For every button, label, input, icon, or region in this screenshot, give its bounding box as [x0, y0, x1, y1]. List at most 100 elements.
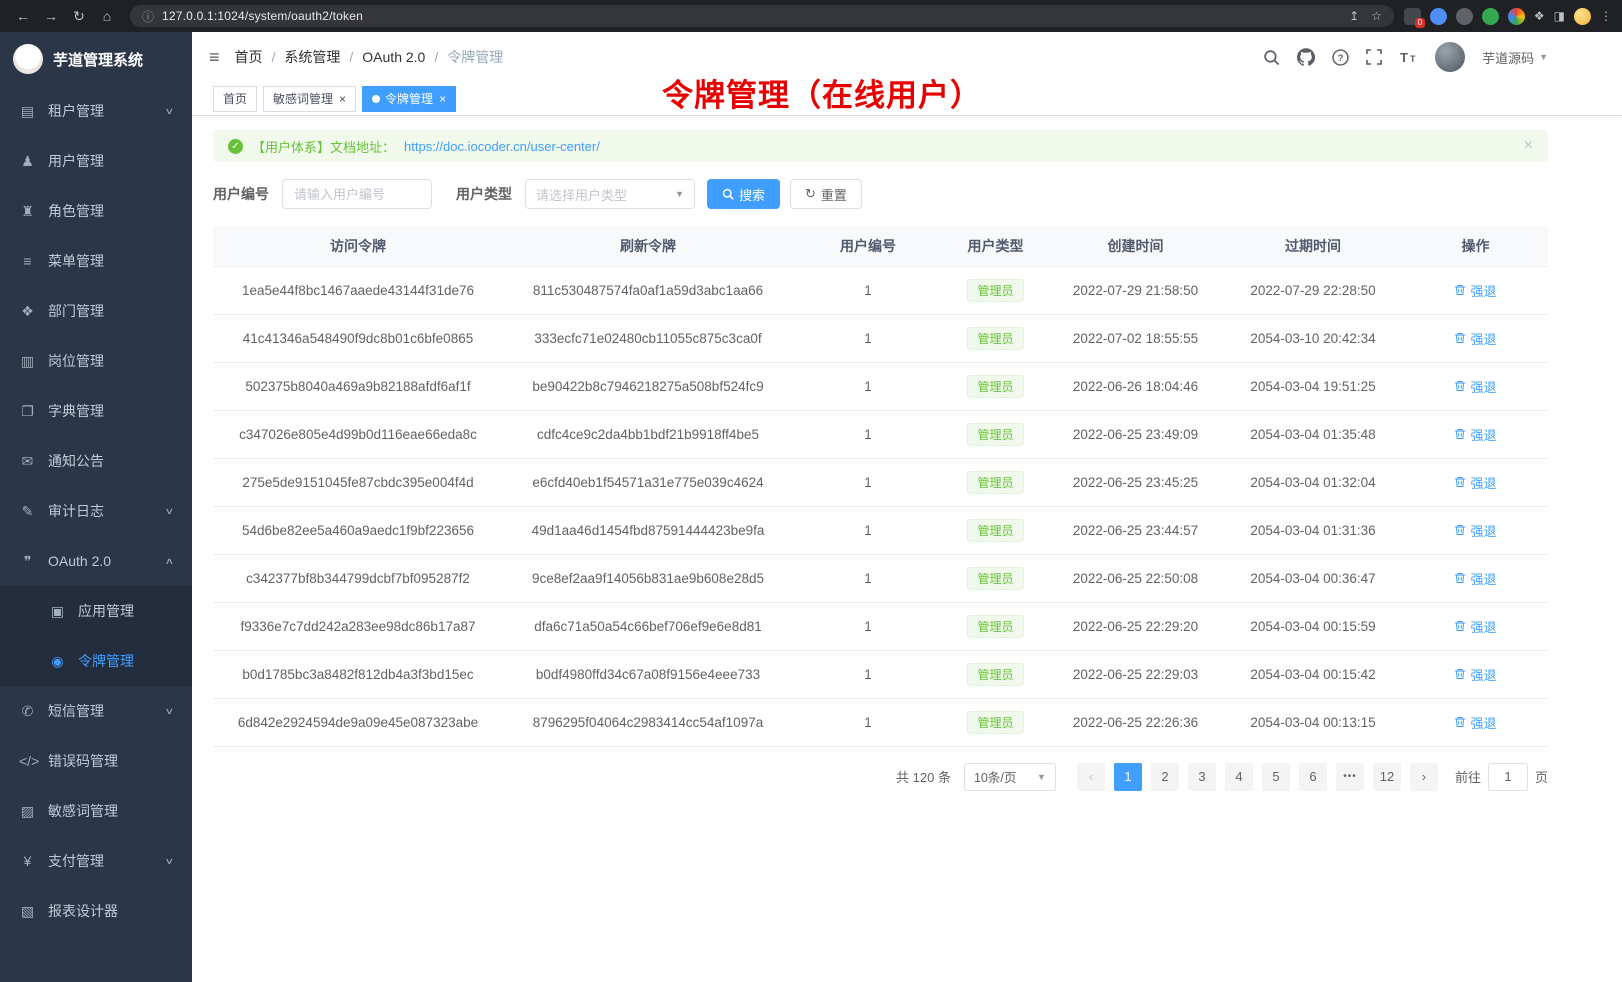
fullscreen-icon[interactable]	[1366, 49, 1382, 65]
github-icon[interactable]	[1297, 48, 1315, 66]
force-logout-link[interactable]: 强退	[1454, 617, 1496, 636]
sms-icon: ✆	[19, 703, 36, 720]
doc-link[interactable]: https://doc.iocoder.cn/user-center/	[404, 139, 600, 154]
column-header: 刷新令牌	[503, 226, 793, 266]
pager-page-5[interactable]: 5	[1262, 763, 1290, 791]
site-info-icon[interactable]: ⓘ	[142, 8, 154, 25]
extension-badge-icon[interactable]: 0	[1404, 8, 1421, 25]
trash-icon	[1454, 620, 1466, 632]
back-icon[interactable]: ←	[10, 4, 36, 28]
sidebar-item-tenant[interactable]: ▤租户管理∨	[0, 86, 192, 136]
user-type-tag: 管理员	[967, 471, 1023, 494]
breadcrumb-item[interactable]: 首页	[235, 47, 263, 67]
browser-profile-avatar[interactable]	[1574, 8, 1591, 25]
breadcrumb-item[interactable]: 系统管理	[284, 47, 340, 67]
sidebar-item-sensitive-word[interactable]: ▨敏感词管理	[0, 786, 192, 836]
annotation-text: 令牌管理（在线用户）	[662, 70, 982, 115]
app-logo[interactable]: 芋道管理系统	[0, 32, 192, 86]
sidebar-item-menu[interactable]: ≡菜单管理	[0, 236, 192, 286]
user-type-select[interactable]: 请选择用户类型 ▼	[525, 179, 695, 209]
user-type-tag: 管理员	[967, 279, 1023, 302]
sidebar-item-user[interactable]: ♟用户管理	[0, 136, 192, 186]
force-logout-link[interactable]: 强退	[1454, 425, 1496, 444]
force-logout-link[interactable]: 强退	[1454, 473, 1496, 492]
sidebar-item-dict[interactable]: ❐字典管理	[0, 386, 192, 436]
sidebar-item-oauth2-app[interactable]: ▣应用管理	[0, 586, 192, 636]
user-id-cell: 1	[793, 602, 943, 650]
force-logout-link[interactable]: 强退	[1454, 377, 1496, 396]
share-icon[interactable]: ↥	[1349, 9, 1359, 23]
extension-colorful-icon[interactable]	[1508, 8, 1525, 25]
pager-page-12[interactable]: 12	[1373, 763, 1401, 791]
sidebar-item-dept[interactable]: ❖部门管理	[0, 286, 192, 336]
reset-button[interactable]: ↻ 重置	[790, 179, 862, 209]
force-logout-link[interactable]: 强退	[1454, 713, 1496, 732]
forward-icon[interactable]: →	[38, 4, 64, 28]
page-size-select[interactable]: 10条/页 ▼	[964, 763, 1056, 791]
svg-text:T: T	[1400, 50, 1408, 65]
user-id-cell: 1	[793, 314, 943, 362]
pager-page-3[interactable]: 3	[1188, 763, 1216, 791]
tab-token[interactable]: 令牌管理×	[362, 86, 456, 112]
user-type-cell: 管理员	[943, 314, 1048, 362]
sidebar-item-report-designer[interactable]: ▧报表设计器	[0, 886, 192, 936]
sidebar-item-oauth2[interactable]: ❞OAuth 2.0∧	[0, 536, 192, 586]
search-icon[interactable]	[1263, 49, 1280, 66]
sidebar-item-role[interactable]: ♜角色管理	[0, 186, 192, 236]
force-logout-link[interactable]: 强退	[1454, 665, 1496, 684]
force-logout-link[interactable]: 强退	[1454, 521, 1496, 540]
address-bar[interactable]: ⓘ 127.0.0.1:1024/system/oauth2/token ↥ ☆	[130, 5, 1394, 27]
user-type-tag: 管理员	[967, 711, 1023, 734]
pager-ellipsis[interactable]: •••	[1336, 763, 1364, 791]
pager-prev-button[interactable]: ‹	[1077, 763, 1105, 791]
sidebar-toggle-icon[interactable]: ≡	[209, 47, 220, 68]
sidebar-item-oauth2-token[interactable]: ◉令牌管理	[0, 636, 192, 686]
pager-page-4[interactable]: 4	[1225, 763, 1253, 791]
notice-icon: ✉	[19, 453, 36, 470]
sidebar-item-sms[interactable]: ✆短信管理∨	[0, 686, 192, 736]
force-logout-link[interactable]: 强退	[1454, 281, 1496, 300]
sidebar-item-notice[interactable]: ✉通知公告	[0, 436, 192, 486]
tab-close-icon[interactable]: ×	[439, 92, 446, 106]
pager-page-2[interactable]: 2	[1151, 763, 1179, 791]
user-avatar[interactable]	[1435, 42, 1465, 72]
reload-icon[interactable]: ↻	[66, 4, 92, 28]
search-button[interactable]: 搜索	[707, 179, 780, 209]
force-logout-link[interactable]: 强退	[1454, 329, 1496, 348]
extension-blue-icon[interactable]	[1430, 8, 1447, 25]
force-logout-link[interactable]: 强退	[1454, 569, 1496, 588]
chevron-down-icon: ∨	[165, 106, 175, 117]
sidebar-item-error-code[interactable]: </>错误码管理	[0, 736, 192, 786]
expire-time-cell: 2054-03-04 00:13:15	[1223, 698, 1403, 746]
extension-dark-icon[interactable]	[1456, 8, 1473, 25]
goto-page-input[interactable]	[1488, 763, 1528, 791]
home-icon[interactable]: ⌂	[94, 4, 120, 28]
user-id-cell: 1	[793, 266, 943, 314]
alert-close-icon[interactable]: ×	[1524, 137, 1533, 155]
refresh-token-cell: e6cfd40eb1f54571a31e775e039c4624	[503, 458, 793, 506]
extensions-puzzle-icon[interactable]: ❖	[1534, 8, 1545, 25]
help-icon[interactable]: ?	[1332, 49, 1349, 66]
sidebar-item-pay[interactable]: ¥支付管理∨	[0, 836, 192, 886]
pager-page-6[interactable]: 6	[1299, 763, 1327, 791]
tab-close-icon[interactable]: ×	[339, 92, 346, 106]
tab-sensitive-word[interactable]: 敏感词管理×	[263, 86, 356, 112]
column-header: 访问令牌	[213, 226, 503, 266]
sidebar-item-post[interactable]: ▥岗位管理	[0, 336, 192, 386]
search-icon	[722, 188, 734, 200]
side-panel-icon[interactable]: ◨	[1554, 8, 1565, 25]
tab-home[interactable]: 首页	[213, 86, 257, 112]
pager-next-button[interactable]: ›	[1410, 763, 1438, 791]
extension-green-icon[interactable]	[1482, 8, 1499, 25]
breadcrumb-item[interactable]: OAuth 2.0	[362, 49, 425, 65]
font-size-icon[interactable]: TT	[1399, 49, 1418, 65]
refresh-token-cell: dfa6c71a50a54c66bef706ef9e6e8d81	[503, 602, 793, 650]
post-icon: ▥	[19, 353, 36, 370]
sidebar-item-audit-log[interactable]: ✎审计日志∨	[0, 486, 192, 536]
svg-text:T: T	[1410, 54, 1416, 64]
browser-menu-icon[interactable]: ⋮	[1600, 8, 1612, 25]
pager-page-1[interactable]: 1	[1114, 763, 1142, 791]
user-menu[interactable]: 芋道源码 ▼	[1482, 48, 1548, 67]
user-id-input[interactable]	[282, 179, 432, 209]
bookmark-star-icon[interactable]: ☆	[1371, 9, 1382, 23]
